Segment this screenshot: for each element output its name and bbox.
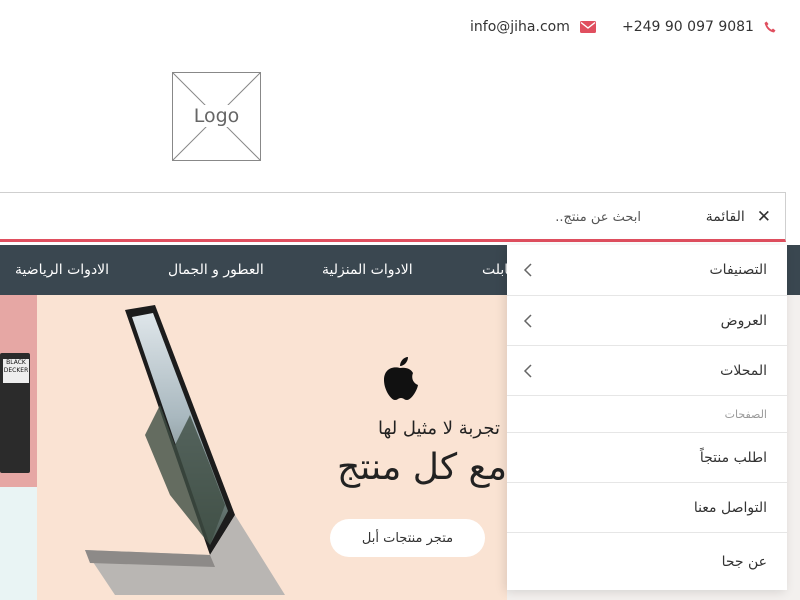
email-text: info@jiha.com <box>470 19 570 35</box>
logo-text: Logo <box>191 105 242 127</box>
menu-item-label: المحلات <box>720 362 767 379</box>
menu-label: القائمة <box>705 208 745 225</box>
search-input[interactable] <box>379 203 641 231</box>
menu-panel: التصنيفات العروض المحلات الصفحات اطلب من… <box>507 245 787 590</box>
phone-text: +249 90 097 9081 <box>622 19 754 35</box>
menu-item-offers[interactable]: العروض <box>507 296 787 346</box>
slide-peek-left: BLACK DECKER <box>0 295 37 487</box>
menu-item-label: التصنيفات <box>709 262 768 278</box>
menu-item-label: التواصل معنا <box>693 499 767 516</box>
phone-icon <box>764 21 776 33</box>
phone-contact[interactable]: +249 90 097 9081 <box>622 16 776 38</box>
search-bar: ✕ القائمة <box>0 192 786 242</box>
chevron-left-icon <box>523 245 533 295</box>
apple-logo-icon <box>384 357 418 400</box>
hero-tagline: تجربة لا مثيل لها <box>377 418 500 439</box>
menu-item-label: عن جحا <box>721 553 767 570</box>
menu-toggle-button[interactable]: ✕ القائمة <box>706 193 771 240</box>
nav-item-beauty[interactable]: العطور و الجمال <box>168 245 264 295</box>
hero-headline: مع كل منتج <box>337 447 507 488</box>
apple-store-button[interactable]: متجر منتجات أبل <box>330 519 485 557</box>
menu-item-label: العروض <box>720 312 767 329</box>
menu-item-request-product[interactable]: اطلب منتجاً <box>507 433 787 483</box>
menu-item-contact[interactable]: التواصل معنا <box>507 483 787 533</box>
chevron-left-icon <box>523 296 533 345</box>
laptop-image <box>85 305 285 595</box>
nav-item-home[interactable]: الادوات المنزلية <box>322 245 413 295</box>
chevron-left-icon <box>523 346 533 395</box>
site-logo[interactable]: Logo <box>172 72 261 161</box>
close-icon[interactable]: ✕ <box>757 207 771 227</box>
drill-brand-label: BLACK DECKER <box>3 359 29 383</box>
menu-section-title: الصفحات <box>724 407 767 421</box>
menu-item-about[interactable]: عن جحا <box>507 533 787 590</box>
menu-item-categories[interactable]: التصنيفات <box>507 245 787 296</box>
email-contact[interactable]: info@jiha.com <box>470 16 596 38</box>
menu-item-stores[interactable]: المحلات <box>507 346 787 396</box>
menu-item-label: اطلب منتجاً <box>699 449 767 466</box>
menu-section-pages: الصفحات <box>507 396 787 433</box>
slide-peek-left-bottom <box>0 487 37 600</box>
envelope-icon <box>579 21 596 33</box>
nav-item-sports[interactable]: الادوات الرياضية <box>15 245 109 295</box>
